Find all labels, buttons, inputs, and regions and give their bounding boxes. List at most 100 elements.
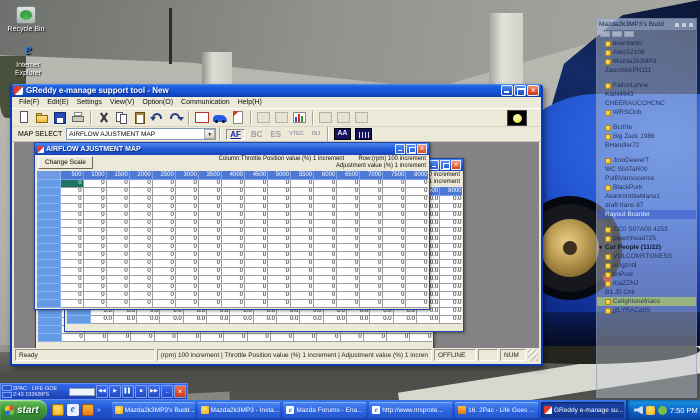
grid-cell[interactable]: 0 (313, 283, 338, 292)
grid-cell[interactable]: 0 (336, 291, 361, 300)
grid-cell[interactable]: 0 (106, 291, 130, 300)
grid-cell[interactable]: 0 (152, 267, 176, 276)
grid-cell[interactable]: 0 (221, 195, 246, 204)
buddy-item[interactable]: KiaN4943 (597, 90, 696, 99)
grid-cell[interactable]: 0 (106, 219, 130, 228)
grid-cell[interactable]: 0 (106, 179, 130, 188)
grid-cell[interactable]: 0 (267, 195, 292, 204)
grid-cell[interactable]: 0 (382, 275, 407, 284)
grid-cell[interactable]: 0 (83, 219, 107, 228)
grid-cell[interactable]: 0 (363, 333, 388, 342)
grid-cell[interactable]: 0 (129, 291, 153, 300)
grid-cell[interactable]: 0.0 (439, 211, 462, 220)
grid-cell[interactable]: 0 (244, 283, 269, 292)
grid-cell[interactable]: 0 (382, 259, 407, 268)
cut-icon[interactable] (96, 110, 112, 125)
grid-cell[interactable]: 0 (198, 251, 222, 260)
grid-cell[interactable]: 0 (336, 195, 361, 204)
grid-cell[interactable]: 0 (175, 235, 199, 244)
undo-icon[interactable] (150, 110, 166, 125)
aim-tray-icon[interactable] (645, 405, 655, 415)
close-button[interactable]: × (417, 144, 427, 154)
grid-cell[interactable]: 0 (290, 275, 315, 284)
grid-cell[interactable]: 0 (244, 211, 269, 220)
grid-cell[interactable]: 0.0 (276, 315, 301, 324)
close-button[interactable] (527, 85, 539, 96)
grid-cell[interactable]: 0 (244, 267, 269, 276)
map-type-button-inj[interactable]: INJ (310, 131, 323, 137)
buddy-item[interactable]: PutBVansocence (597, 174, 696, 183)
grid-cell[interactable]: 0 (106, 259, 130, 268)
grid-cell[interactable]: 0 (386, 333, 411, 342)
grid-cell[interactable]: 0 (152, 299, 176, 308)
grid-cell[interactable]: 0 (221, 219, 246, 228)
grid-cell[interactable]: 0 (244, 275, 269, 284)
grid-cell[interactable]: 0 (359, 211, 384, 220)
open-file-icon[interactable] (34, 110, 50, 125)
grid-cell[interactable]: 0 (152, 179, 176, 188)
chevron-down-icon[interactable] (204, 129, 216, 139)
grid-cell[interactable]: 0 (267, 187, 292, 196)
desktop-icon-recycle-bin[interactable]: Recycle Bin (2, 6, 50, 34)
grid-cell[interactable]: 0 (405, 235, 428, 244)
taskbar-button[interactable]: GReddy e-manage su... (540, 402, 624, 418)
grid-cell[interactable]: 0 (244, 195, 269, 204)
grid-cell[interactable]: 0 (152, 291, 176, 300)
grid-cell[interactable]: 0 (175, 259, 199, 268)
grid-cell[interactable]: 0 (359, 243, 384, 252)
grid-cell[interactable]: 0 (221, 211, 246, 220)
grid-cell[interactable]: 0 (152, 211, 176, 220)
grid-cell[interactable]: 0 (290, 203, 315, 212)
chevron-right-icon[interactable]: » (97, 407, 105, 414)
grid-cell[interactable]: 0 (129, 227, 153, 236)
grid-cell[interactable]: 0 (290, 299, 315, 308)
grid-cell[interactable]: 0 (83, 211, 107, 220)
grid-cell[interactable]: 0 (129, 243, 153, 252)
grid-cell[interactable]: 0.0 (369, 315, 394, 324)
grid-cell[interactable]: 0 (267, 291, 292, 300)
grid-cell[interactable]: 0 (129, 299, 153, 308)
grid-cell[interactable]: 0 (405, 227, 428, 236)
stop-button[interactable]: ■ (135, 385, 147, 398)
grid-cell[interactable]: 0 (267, 299, 292, 308)
grid-cell[interactable]: 0 (198, 235, 222, 244)
grid-cell[interactable]: 0 (83, 235, 107, 244)
grid-cell[interactable]: 0 (83, 227, 107, 236)
grid-cell[interactable]: 0.0 (439, 243, 462, 252)
grid-cell[interactable]: 0 (359, 195, 384, 204)
grid-cell[interactable]: 0 (83, 195, 107, 204)
grid-cell[interactable]: 0 (152, 259, 176, 268)
new-file-icon[interactable] (16, 110, 32, 125)
grid-cell[interactable]: 0 (336, 283, 361, 292)
grid-cell[interactable]: 0 (405, 299, 428, 308)
grid-cell[interactable]: 0 (152, 219, 176, 228)
grid-cell[interactable]: 0 (382, 195, 407, 204)
grid-cell[interactable]: 0 (244, 259, 269, 268)
grid-cell[interactable]: 0 (270, 333, 295, 342)
grid-cell[interactable]: 0 (290, 251, 315, 260)
buddy-item[interactable]: KiaZZNJ (597, 279, 696, 288)
grid-cell[interactable]: 0 (313, 267, 338, 276)
grid-cell[interactable]: 0 (405, 195, 428, 204)
grid-cell[interactable]: 0 (60, 291, 84, 300)
taskbar-button[interactable]: 16. 2Pac - Life Goes ... (455, 402, 538, 418)
grid-cell[interactable]: 0 (198, 211, 222, 220)
grid-cell[interactable]: 0 (382, 243, 407, 252)
grid-cell[interactable]: 0.0 (439, 267, 462, 276)
grid-cell[interactable]: 0 (175, 227, 199, 236)
grid-cell[interactable]: 0 (129, 267, 153, 276)
grid-cell[interactable]: 0 (152, 195, 176, 204)
buddy-item[interactable]: JcroDeererT (597, 156, 696, 165)
grid-cell[interactable]: 0 (175, 211, 199, 220)
grid-cell[interactable]: 0 (267, 283, 292, 292)
grid-cell[interactable]: 0 (267, 275, 292, 284)
maximize-button[interactable] (406, 144, 416, 154)
buddy-item[interactable]: Mazda2k3MP3 (597, 57, 696, 66)
maximize-button[interactable] (514, 85, 526, 96)
grid-cell[interactable]: 0 (340, 333, 364, 342)
grid-cell[interactable]: 0 (336, 259, 361, 268)
buddy-item[interactable]: jjfLYRACa9S (597, 306, 696, 315)
grid-cell[interactable]: 0 (405, 219, 428, 228)
grid-cell[interactable]: 0 (60, 275, 84, 284)
grid-cell[interactable]: 0.0 (439, 219, 462, 228)
